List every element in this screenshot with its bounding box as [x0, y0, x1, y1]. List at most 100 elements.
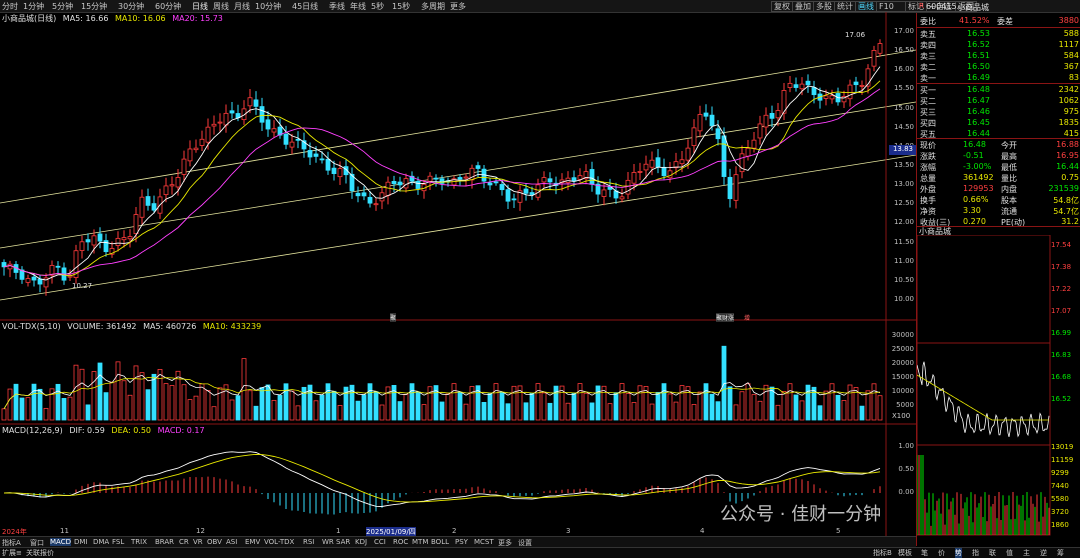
volume-bar	[379, 404, 385, 421]
candle-body	[649, 159, 655, 168]
volume-bar	[325, 383, 331, 421]
indicator-tab-4[interactable]: DMA	[93, 538, 109, 546]
volume-bar	[613, 392, 619, 421]
volume-bar	[373, 391, 379, 421]
indicator-tab-11[interactable]: ASI	[226, 538, 237, 546]
ask-row-3[interactable]: 卖三 16.51 584	[917, 51, 1080, 61]
ask-row-4[interactable]: 卖四 16.52 1117	[917, 40, 1080, 50]
kline-chart[interactable]	[0, 0, 916, 536]
indicator-tab-6[interactable]: TRIX	[131, 538, 147, 546]
volume-bar	[631, 402, 637, 421]
time-label-5: 2	[452, 527, 457, 535]
stat-row-5: 换手 0.66% 股本 54.8亿	[917, 195, 1080, 205]
indicator-tab-20[interactable]: MTM	[412, 538, 428, 546]
stat-value-1a: -0.51	[963, 151, 984, 160]
volume-bar	[499, 392, 505, 421]
indicator-tab-16[interactable]: SAR	[336, 538, 350, 546]
indicator-tab-9[interactable]: VR	[193, 538, 203, 546]
candle-body	[577, 175, 583, 180]
bid-row-1[interactable]: 买一 16.48 2342	[917, 85, 1080, 95]
volume-bar	[73, 364, 79, 421]
indicator-tab-10[interactable]: OBV	[207, 538, 222, 546]
indicator-tab-5[interactable]: FSL	[112, 538, 124, 546]
stat-label-5b: 股本	[1001, 196, 1017, 205]
bid-row-2[interactable]: 买二 16.47 1062	[917, 96, 1080, 106]
stat-label-0b: 今开	[1001, 141, 1017, 150]
candle-body	[691, 127, 697, 147]
volume-bar	[481, 402, 487, 421]
volume-tick-5: 5000	[896, 401, 914, 409]
volume-bar	[181, 384, 187, 421]
volume-bar	[733, 404, 739, 421]
ask-row-1[interactable]: 卖一 16.49 83	[917, 73, 1080, 83]
candle-body	[253, 99, 259, 107]
indicator-tab-23[interactable]: MCST	[474, 538, 494, 546]
volume-bar	[61, 398, 67, 421]
time-label-2: 12	[196, 527, 205, 535]
bid-row-3[interactable]: 买三 16.46 975	[917, 107, 1080, 117]
indicator-tab-12[interactable]: EMV	[245, 538, 260, 546]
candle-body	[733, 174, 739, 201]
stat-value-5a: 0.66%	[963, 195, 989, 204]
volume-bar	[793, 394, 799, 421]
candle-body	[763, 114, 769, 128]
bid-row-4-price: 16.45	[967, 118, 990, 127]
candle-body	[379, 192, 385, 202]
stat-label-4b: 内盘	[1001, 185, 1017, 194]
volume-bar	[157, 369, 163, 421]
candle-body	[775, 110, 781, 119]
volume-bar	[751, 394, 757, 421]
ask-row-2[interactable]: 卖二 16.50 367	[917, 62, 1080, 72]
bid-row-2-label: 买二	[920, 97, 936, 106]
candle-body	[709, 114, 715, 127]
indicator-tab-14[interactable]: RSI	[303, 538, 314, 546]
price-tick-9: 12.50	[893, 199, 914, 208]
volume-bar	[619, 383, 625, 421]
stat-value-2b: 16.44	[1056, 162, 1079, 171]
event-label-3[interactable]: 增	[744, 313, 750, 322]
indicator-tab-3[interactable]: DMI	[74, 538, 88, 546]
volume-bar	[625, 393, 631, 421]
stat-row-4: 外盘 129953 内盘 231539	[917, 184, 1080, 194]
mini-vol-tick-4: 5580	[1051, 495, 1069, 503]
macd-dea: DEA: 0.50	[111, 426, 152, 435]
indicator-tab-13[interactable]: VOL-TDX	[264, 538, 294, 546]
bid-row-5-volume: 415	[1063, 129, 1079, 138]
indicator-tab-17[interactable]: KDJ	[355, 538, 367, 546]
indicator-tab-15[interactable]: WR	[322, 538, 334, 546]
bid-row-4[interactable]: 买四 16.45 1835	[917, 118, 1080, 128]
indicator-tab-7[interactable]: BRAR	[155, 538, 174, 546]
candle-body	[283, 133, 289, 145]
candle-body	[259, 106, 265, 123]
event-label-2[interactable]: 聚财涨	[716, 313, 735, 322]
volume-bar	[739, 391, 745, 421]
candle-body	[805, 80, 811, 86]
mini-vol-tick-2: 9299	[1051, 469, 1069, 477]
volume-bar	[865, 390, 871, 421]
indicator-tab-18[interactable]: CCI	[374, 538, 386, 546]
volume-bar	[451, 383, 457, 421]
macd-header: MACD(12,26,9) DIF: 0.59 DEA: 0.50 MACD: …	[2, 426, 205, 435]
indicator-tab-2[interactable]: MACD	[50, 538, 71, 546]
volume-bar	[103, 392, 109, 421]
indicator-tab-19[interactable]: ROC	[393, 538, 408, 546]
event-label-1[interactable]: 聚	[390, 313, 397, 322]
candle-body	[829, 95, 835, 100]
indicator-tab-8[interactable]: CR	[179, 538, 189, 546]
volume-bar	[31, 383, 37, 421]
candle-body	[655, 157, 661, 168]
candle-body	[715, 128, 721, 140]
volume-bar	[649, 403, 655, 421]
volume-bar	[541, 392, 547, 421]
candle-body	[799, 83, 805, 90]
indicator-tab-22[interactable]: PSY	[455, 538, 468, 546]
indicator-tab-21[interactable]: BOLL	[431, 538, 449, 546]
volume-bar	[673, 401, 679, 421]
ask-row-5[interactable]: 卖五 16.53 588	[917, 29, 1080, 39]
candle-body	[751, 139, 757, 149]
candle-body	[667, 170, 673, 179]
candle-body	[319, 158, 325, 161]
volume-bar	[121, 380, 127, 421]
candle-body	[139, 196, 145, 218]
volume-bar	[37, 388, 43, 421]
